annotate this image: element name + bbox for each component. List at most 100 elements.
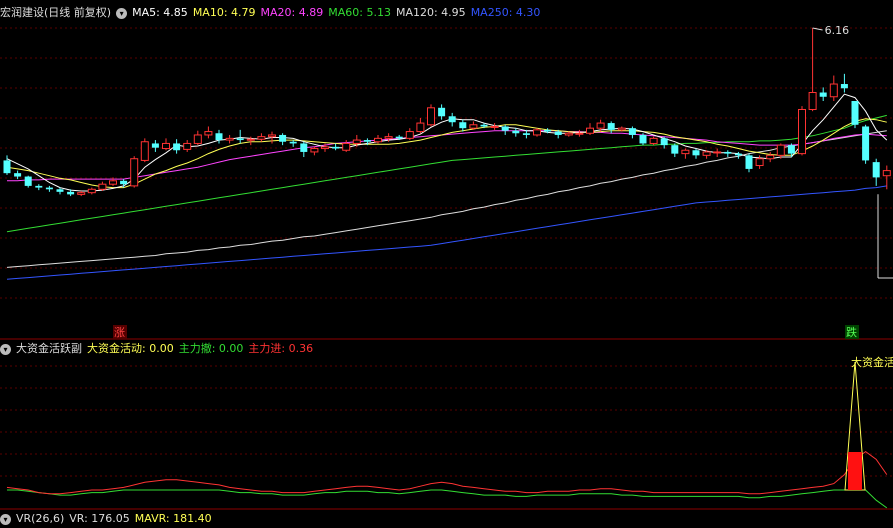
candle-body-down <box>522 133 530 135</box>
candle-body-up <box>564 132 573 136</box>
candle-body-down <box>554 131 562 135</box>
candle-body-up <box>98 183 107 190</box>
legend-active: 大资金活动: 0.00 <box>87 342 174 355</box>
candle-body-up <box>193 134 202 144</box>
candle-body-down <box>724 151 732 154</box>
candle-body-up <box>225 137 234 141</box>
candle-body-up <box>77 192 86 195</box>
candle-body-up <box>374 137 382 143</box>
candle-body-up <box>533 129 541 136</box>
candle-body-down <box>151 143 159 148</box>
candle-body-up <box>405 131 414 139</box>
candle-body-up <box>427 107 435 126</box>
candle-body-down <box>14 173 22 177</box>
ma120-line <box>6 130 887 268</box>
enter-block <box>848 452 862 490</box>
candle-body-down <box>438 107 446 117</box>
vr-legend: VR: 176.05 MAVR: 181.40 <box>69 512 216 525</box>
chevron-down-icon[interactable]: ▾ <box>0 513 11 525</box>
candle-body-down <box>300 143 308 152</box>
candle-body-down <box>332 146 340 149</box>
ma10-line <box>6 118 887 189</box>
candle-body-up <box>310 148 319 153</box>
candle-body-up <box>490 125 499 128</box>
candle-body-down <box>607 123 615 130</box>
stock-chart-canvas[interactable]: 6.16 涨 跌大资金活动 <box>0 0 893 520</box>
candle-body-down <box>501 126 509 131</box>
indicator-legend: 大资金活动: 0.00 主力撤: 0.00 主力进: 0.36 <box>87 342 318 355</box>
candle-body-down <box>289 141 297 144</box>
candle-body-up <box>416 122 425 133</box>
candle-body-down <box>363 140 371 142</box>
legend-ma120: MA120: 4.95 <box>395 6 466 19</box>
candle-body-up <box>829 83 838 98</box>
main-panel-title: 宏润建设(日线 前复权) <box>0 6 112 19</box>
candle-body-down <box>639 134 647 144</box>
candle-body-down <box>173 143 181 151</box>
candle-body-up <box>755 158 764 167</box>
candle-body-down <box>448 116 456 123</box>
candle-body-down <box>787 145 795 154</box>
candle-body-up <box>798 108 806 155</box>
candle-body-down <box>3 160 11 174</box>
legend-ma250: MA250: 4.30 <box>470 6 541 19</box>
candle-body-up <box>808 92 817 110</box>
candle-body-down <box>745 155 753 169</box>
candle-body-down <box>862 126 870 161</box>
candle-body-up <box>713 151 722 154</box>
candle-body-down <box>56 189 64 192</box>
main-panel-header: 宏润建设(日线 前复权) ▾ MA5: 4.85 MA10: 4.79 MA20: 4.… <box>0 4 550 22</box>
candle-body-down <box>215 133 223 141</box>
candle-body-up <box>469 124 478 129</box>
candle-body-down <box>671 145 679 154</box>
candle-body-up <box>702 151 711 156</box>
candle-body-up <box>204 131 213 136</box>
candle-body-up <box>596 122 605 129</box>
ma250-line <box>6 185 887 280</box>
candle-body-down <box>544 129 552 132</box>
indicator-green-line <box>7 489 888 509</box>
candle-body-up <box>109 180 117 185</box>
indicator-panel-title: 大资金活跃副 <box>16 342 82 355</box>
high-marker-label: 6.16 <box>825 24 850 37</box>
candle-body-up <box>87 188 96 194</box>
legend-ma10: MA10: 4.79 <box>192 6 256 19</box>
candle-body-up <box>342 142 351 151</box>
candle-body-down <box>480 124 488 127</box>
chevron-down-icon[interactable]: ▾ <box>116 7 128 19</box>
candle-body-down <box>512 130 520 134</box>
legend-disperse: 主力撤: 0.00 <box>178 342 244 355</box>
candle-body-up <box>183 142 192 150</box>
candle-body-down <box>236 138 244 141</box>
candle-body-down <box>692 150 700 156</box>
candle-body-up <box>681 149 690 155</box>
fall-tag: 跌 <box>846 325 857 339</box>
candle-body-up <box>766 154 775 160</box>
candle-body-up <box>882 170 891 177</box>
indicator-panel-header: ▾ 大资金活跃副 大资金活动: 0.00 主力撤: 0.00 主力进: 0.36 <box>0 340 323 358</box>
candle-body-down <box>459 122 467 129</box>
candle-body-down <box>279 134 287 142</box>
candle-body-down <box>24 176 32 186</box>
candle-body-up <box>321 146 329 150</box>
candle-body-up <box>586 127 594 134</box>
candle-body-up <box>162 142 170 150</box>
candle-body-down <box>628 128 636 135</box>
candle-body-up <box>352 139 361 144</box>
legend-ma20: MA20: 4.89 <box>260 6 324 19</box>
vr-panel-title: VR(26,6) <box>16 512 65 525</box>
candle-body-down <box>840 84 848 89</box>
candle-body-down <box>120 180 128 185</box>
candle-body-up <box>649 137 658 144</box>
candle-body-up <box>384 136 393 139</box>
candle-body-up <box>140 141 149 161</box>
candle-body-down <box>35 185 43 188</box>
candle-body-down <box>45 187 53 190</box>
chevron-down-icon[interactable]: ▾ <box>0 343 11 355</box>
legend-mavr: MAVR: 181.40 <box>134 512 212 525</box>
candle-body-down <box>660 138 668 146</box>
ma-legend: MA5: 4.85 MA10: 4.79 MA20: 4.89 MA60: 5.13 M… <box>132 6 545 19</box>
candle-body-up <box>575 132 584 135</box>
candle-body-up <box>130 158 139 187</box>
candle-body-up <box>246 138 255 141</box>
